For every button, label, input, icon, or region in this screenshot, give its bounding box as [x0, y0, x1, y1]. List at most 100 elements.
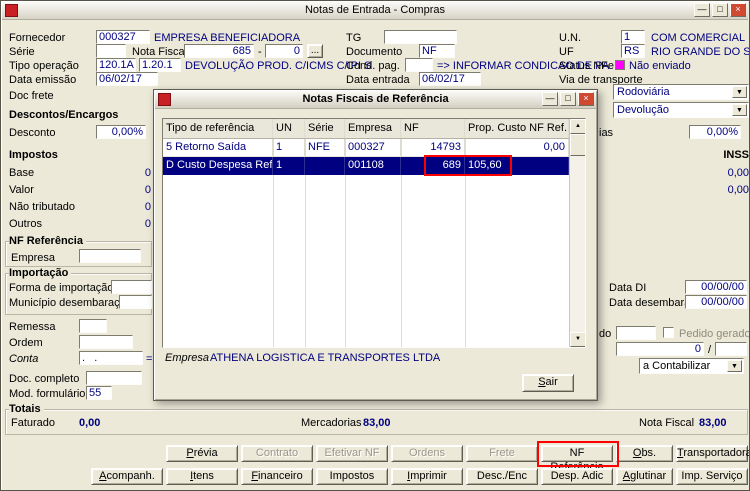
nao-tributado-label: Não tributado: [9, 201, 76, 213]
documento-field[interactable]: NF: [419, 44, 455, 58]
dialog-empresa-value: ATHENA LOGISTICA E TRANSPORTES LTDA: [210, 352, 441, 364]
pedido-gerado-checkbox[interactable]: [663, 327, 674, 338]
ordem-field[interactable]: [79, 335, 133, 349]
importacao-section-label: Importação: [9, 267, 72, 279]
nota-fiscal-field[interactable]: 685: [184, 44, 254, 58]
dialog-maximize-button[interactable]: □: [560, 92, 576, 106]
un-label: U.N.: [559, 32, 581, 44]
doc-frete-label: Doc frete: [9, 90, 54, 102]
cond-pag-field[interactable]: [405, 58, 433, 72]
dialog-title: Notas Fiscais de Referência: [302, 93, 449, 105]
fornecedor-label: Fornecedor: [9, 32, 66, 44]
pedido-field[interactable]: [616, 326, 656, 340]
maximize-button[interactable]: □: [712, 3, 728, 17]
transportadora-button[interactable]: Transportadora: [676, 445, 749, 462]
base-value: 0: [144, 167, 151, 179]
mod-formulario-field[interactable]: 55: [86, 386, 112, 400]
minimize-button[interactable]: —: [694, 3, 710, 17]
forma-importacao-field[interactable]: [111, 280, 152, 294]
data-emissao-field[interactable]: 06/02/17: [96, 72, 158, 86]
contrato-button[interactable]: Contrato: [241, 445, 313, 462]
column-header-nf[interactable]: NF: [401, 119, 465, 138]
ordens-button[interactable]: Ordens: [391, 445, 463, 462]
pedido-seq-field[interactable]: [715, 342, 747, 356]
tipo-nota-combo[interactable]: Devolução ▼: [613, 102, 749, 118]
tg-field[interactable]: [384, 30, 457, 44]
serie-field[interactable]: [96, 44, 126, 58]
scroll-down-button[interactable]: ▼: [570, 332, 585, 347]
data-desembaraco-field[interactable]: 00/00/00: [685, 295, 747, 309]
desconto-field[interactable]: 0,00%: [96, 125, 146, 139]
uf-name-text: RIO GRANDE DO SUL: [651, 46, 750, 58]
acompanh-button[interactable]: Acompanh.: [91, 468, 163, 485]
nota-fiscal-label: Nota Fiscal: [132, 46, 188, 58]
municipio-field[interactable]: [119, 295, 152, 309]
chevron-down-icon[interactable]: ▼: [732, 86, 747, 98]
imprimir-button[interactable]: Imprimir: [391, 468, 463, 485]
via-transporte-combo[interactable]: Rodoviária ▼: [613, 84, 749, 100]
itens-button[interactable]: Itens: [166, 468, 238, 485]
main-titlebar: Notas de Entrada - Compras — □ ×: [2, 2, 748, 20]
nota-fiscal-sub-field[interactable]: 0: [265, 44, 303, 58]
financeiro-button[interactable]: Financeiro: [241, 468, 313, 485]
sair-button[interactable]: Sair: [522, 374, 574, 392]
mercadorias-label: Mercadorias: [301, 417, 362, 429]
tg-label: TG: [346, 32, 362, 44]
imp-servico-button[interactable]: Imp. Serviço: [676, 468, 748, 485]
desc-enc-button[interactable]: Desc./Enc: [466, 468, 538, 485]
column-header-tipo[interactable]: Tipo de referência: [163, 119, 273, 138]
efetivar-nf-button[interactable]: Efetivar NF: [316, 445, 388, 462]
data-emissao-label: Data emissão: [9, 74, 77, 86]
desp-adic-button[interactable]: Desp. Adic: [541, 468, 613, 485]
contabilizar-combo[interactable]: a Contabilizar ▼: [639, 358, 744, 374]
status-nfe-label: Status NFe: [559, 60, 615, 72]
faturado-label: Faturado: [11, 417, 56, 429]
valor-value: 0: [144, 184, 151, 196]
acessorias-field[interactable]: 0,00%: [689, 125, 741, 139]
obs-button[interactable]: Obs.: [616, 445, 673, 462]
data-di-field[interactable]: 00/00/00: [685, 280, 747, 294]
un-code-field[interactable]: 1: [621, 30, 645, 44]
tipo-operacao-code1-field[interactable]: 120.1A: [96, 58, 136, 72]
column-header-serie[interactable]: Série: [305, 119, 345, 138]
previa-button[interactable]: Prévia: [166, 445, 238, 462]
cell-tipo: D Custo Despesa Ref: [163, 157, 273, 175]
documento-label: Documento: [346, 46, 403, 58]
browse-button[interactable]: ...: [307, 44, 323, 58]
conta-field[interactable]: . .: [79, 351, 143, 365]
chevron-down-icon[interactable]: ▼: [727, 360, 742, 372]
doc-completo-field[interactable]: [86, 371, 142, 385]
remessa-field[interactable]: [79, 319, 107, 333]
ordem-label: Ordem: [9, 337, 43, 349]
cond-pag-label: Cond. pag.: [346, 60, 400, 72]
tipo-operacao-code2-field[interactable]: 1.20.1: [139, 58, 181, 72]
fornecedor-code-field[interactable]: 000327: [96, 30, 150, 44]
scroll-up-button[interactable]: ▲: [570, 119, 585, 134]
data-entrada-field[interactable]: 06/02/17: [419, 72, 481, 86]
maximize-icon: □: [565, 93, 571, 103]
nota-fiscal-dash: -: [258, 46, 262, 58]
uf-code-field[interactable]: RS: [621, 44, 645, 58]
dialog-minimize-button[interactable]: —: [542, 92, 558, 106]
frete-button[interactable]: Frete: [466, 445, 538, 462]
aglutinar-button[interactable]: Aglutinar: [616, 468, 673, 485]
impostos-button[interactable]: Impostos: [316, 468, 388, 485]
nf-ref-empresa-field[interactable]: [79, 249, 141, 263]
grid-row[interactable]: 5 Retorno Saída 1 NFE 000327 14793 0,00: [163, 139, 585, 157]
minimize-icon: —: [697, 4, 707, 14]
nota-fiscal-total-value: 83,00: [699, 417, 727, 429]
close-button[interactable]: ×: [730, 3, 746, 17]
pedido-num-field[interactable]: 0: [616, 342, 704, 356]
dialog-empresa-label: Empresa: [165, 352, 210, 364]
column-header-empresa[interactable]: Empresa: [345, 119, 401, 138]
inss-column-label: INSS: [723, 149, 749, 161]
column-header-un[interactable]: UN: [273, 119, 305, 138]
grid-row-selected[interactable]: D Custo Despesa Ref 1 001108 689 105,60: [163, 157, 585, 175]
grid-scrollbar[interactable]: ▲ ▼: [569, 119, 585, 347]
outros-label: Outros: [9, 218, 43, 230]
scrollbar-thumb[interactable]: [570, 134, 585, 156]
chevron-down-icon[interactable]: ▼: [732, 104, 747, 116]
column-header-prop[interactable]: Prop. Custo NF Ref.: [465, 119, 569, 138]
dialog-close-button[interactable]: ×: [578, 92, 594, 106]
scroll-up-icon: ▲: [575, 123, 581, 129]
